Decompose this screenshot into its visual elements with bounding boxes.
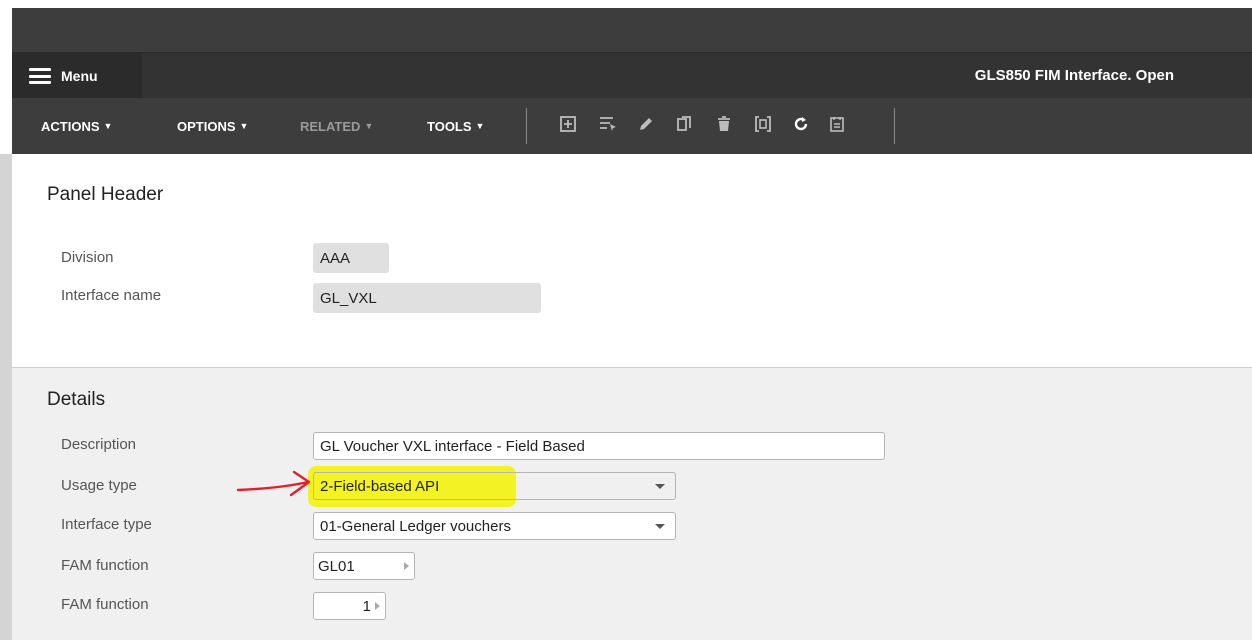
toolbar: ACTIONS ▼ OPTIONS ▼ RELATED ▼ TOOLS ▼: [12, 98, 1252, 154]
toolbar-separator: [894, 108, 895, 144]
window-top-strip: [12, 8, 1252, 52]
dropdown-caret-icon: [655, 524, 665, 529]
fam-function-label: FAM function: [61, 557, 149, 574]
interface-type-value: 01-General Ledger vouchers: [320, 517, 511, 535]
add-icon[interactable]: [557, 113, 579, 135]
division-field: AAA: [313, 243, 389, 273]
fam-function-version-label: FAM function: [61, 596, 149, 613]
usage-type-select[interactable]: 2-Field-based API: [313, 472, 676, 500]
details-title: Details: [47, 389, 106, 410]
delete-icon[interactable]: [713, 113, 735, 135]
fam-function-version-value: 1: [362, 598, 371, 615]
options-menu[interactable]: OPTIONS ▼: [177, 119, 248, 134]
notes-icon[interactable]: [826, 113, 848, 135]
select-icon[interactable]: [597, 113, 619, 135]
app-header-bar: Menu GLS850 FIM Interface. Open: [12, 52, 1252, 99]
description-input[interactable]: [313, 432, 885, 460]
fam-function-value: GL01: [318, 558, 355, 575]
copy-icon[interactable]: [673, 113, 695, 135]
caret-down-icon: ▼: [475, 121, 485, 131]
menu-label: Menu: [61, 68, 98, 84]
related-menu-label: RELATED: [300, 119, 361, 134]
hamburger-icon: [29, 68, 51, 84]
description-label: Description: [61, 436, 137, 453]
related-menu[interactable]: RELATED ▼: [300, 119, 373, 134]
interface-type-label: Interface type: [61, 516, 152, 533]
panel-header-section: Panel Header Division AAA Interface name…: [12, 154, 1252, 368]
options-menu-label: OPTIONS: [177, 119, 236, 134]
toolbar-separator: [526, 108, 527, 144]
tools-menu-label: TOOLS: [427, 119, 472, 134]
display-icon[interactable]: [752, 113, 774, 135]
app-title: GLS850 FIM Interface. Open: [974, 67, 1174, 84]
fam-function-version-field[interactable]: 1: [313, 592, 386, 620]
interface-type-select[interactable]: 01-General Ledger vouchers: [313, 512, 676, 540]
fam-function-field[interactable]: GL01: [313, 552, 415, 580]
caret-down-icon: ▼: [103, 121, 113, 131]
division-label: Division: [61, 249, 114, 266]
usage-type-value: 2-Field-based API: [320, 477, 440, 495]
edit-icon[interactable]: [635, 113, 657, 135]
caret-down-icon: ▼: [364, 121, 374, 131]
caret-down-icon: ▼: [239, 121, 249, 131]
red-arrow-annotation: [236, 470, 311, 497]
refresh-icon[interactable]: [790, 113, 812, 135]
details-section: Details: [12, 368, 1252, 640]
interface-name-field: GL_VXL: [313, 283, 541, 313]
actions-menu[interactable]: ACTIONS ▼: [41, 119, 112, 134]
left-edge-bar: [0, 154, 12, 640]
actions-menu-label: ACTIONS: [41, 119, 100, 134]
interface-name-label: Interface name: [61, 287, 162, 304]
usage-type-label: Usage type: [61, 477, 137, 494]
panel-header-title: Panel Header: [47, 184, 164, 205]
menu-button[interactable]: Menu: [12, 53, 142, 99]
chevron-right-icon[interactable]: [404, 562, 409, 570]
dropdown-caret-icon: [655, 484, 665, 489]
tools-menu[interactable]: TOOLS ▼: [427, 119, 484, 134]
chevron-right-icon[interactable]: [375, 602, 380, 610]
